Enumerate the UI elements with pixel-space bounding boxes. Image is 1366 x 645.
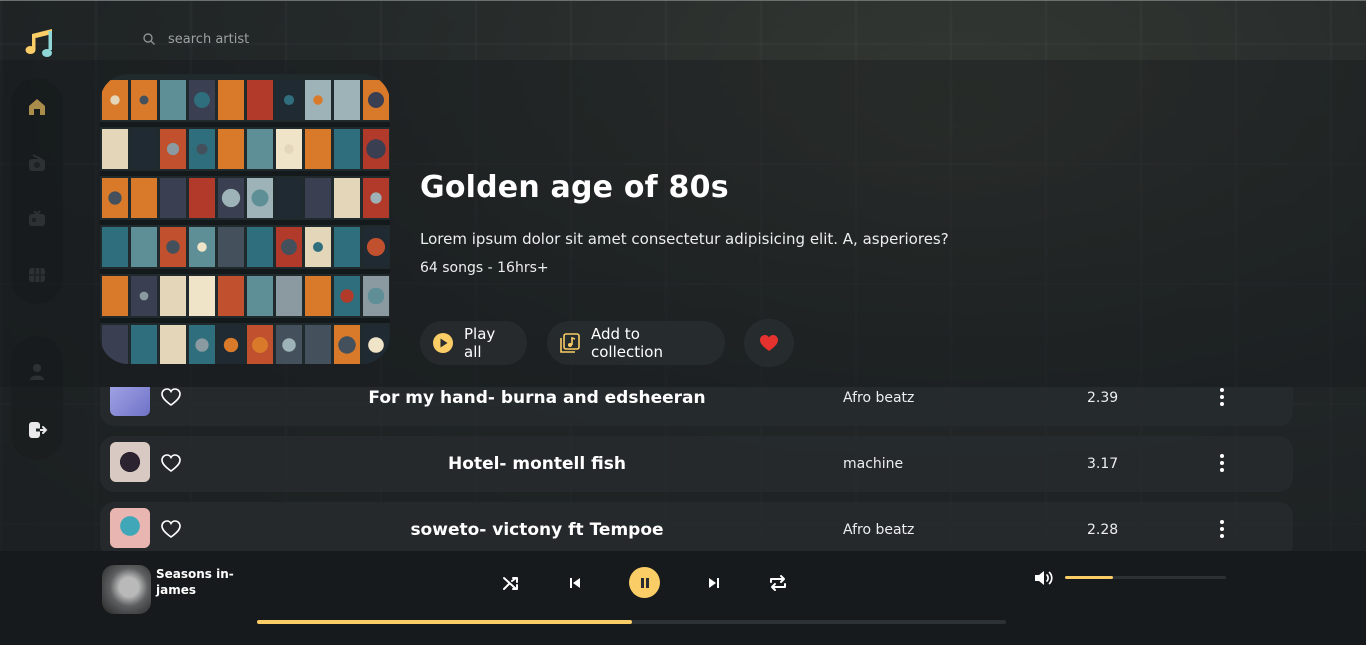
playlist-description: Lorem ipsum dolor sit amet consectetur a… (420, 230, 949, 248)
heart-icon[interactable] (160, 387, 182, 408)
track-row[interactable]: For my hand- burna and edsheeran Afro be… (100, 387, 1293, 426)
play-all-button[interactable]: Play all (420, 321, 527, 365)
pause-button[interactable] (629, 567, 660, 598)
heart-icon (760, 335, 778, 351)
window-top-border (0, 0, 1366, 1)
search-input[interactable] (168, 31, 388, 47)
track-duration: 2.28 (1087, 522, 1119, 538)
now-playing-cover (102, 565, 151, 614)
previous-button[interactable] (563, 571, 587, 595)
music-notes-icon[interactable] (24, 26, 58, 60)
playlist-meta: 64 songs - 16hrs+ (420, 260, 549, 276)
more-options-icon[interactable] (1214, 387, 1230, 408)
volume-slider[interactable] (1065, 576, 1226, 579)
track-title: soweto- victony ft Tempoe (410, 520, 664, 540)
more-options-icon[interactable] (1214, 518, 1230, 540)
shuffle-button[interactable] (499, 571, 523, 595)
volume-icon[interactable] (1032, 567, 1054, 589)
next-icon (709, 578, 719, 588)
volume-slider-fill (1065, 576, 1114, 579)
player-bar: Seasons in- james (0, 551, 1366, 645)
track-row[interactable]: Hotel- montell fish machine 3.17 (100, 436, 1293, 492)
previous-icon (570, 578, 580, 588)
search-bar[interactable] (142, 28, 402, 50)
next-button[interactable] (702, 571, 726, 595)
heart-icon[interactable] (160, 518, 182, 540)
track-cover (110, 442, 150, 482)
track-row[interactable]: soweto- victony ft Tempoe Afro beatz 2.2… (100, 502, 1293, 558)
add-to-collection-button[interactable]: Add to collection (547, 321, 725, 365)
track-genre: Afro beatz (843, 522, 915, 538)
track-genre: Afro beatz (843, 390, 915, 406)
track-genre: machine (843, 456, 904, 472)
track-cover (110, 387, 150, 416)
track-title: Hotel- montell fish (448, 454, 626, 474)
track-duration: 3.17 (1087, 456, 1119, 472)
play-all-label: Play all (464, 325, 496, 361)
heart-icon[interactable] (160, 452, 182, 474)
like-playlist-button[interactable] (744, 319, 794, 367)
repeat-button[interactable] (766, 571, 790, 595)
track-title: For my hand- burna and edsheeran (368, 388, 706, 408)
music-library-icon (560, 333, 580, 353)
more-options-icon[interactable] (1214, 452, 1230, 474)
playlist-cover (100, 74, 390, 364)
now-playing-title: Seasons in- james (156, 567, 234, 597)
track-cover (110, 508, 150, 548)
play-icon (433, 333, 453, 353)
playback-progress-bar[interactable] (257, 620, 1006, 624)
playback-progress-fill (257, 620, 632, 624)
shuffle-icon (503, 577, 518, 590)
search-icon (143, 33, 155, 45)
playlist-title: Golden age of 80s (420, 170, 729, 205)
repeat-icon (770, 575, 786, 591)
pause-icon (640, 577, 649, 588)
add-to-collection-label: Add to collection (591, 325, 663, 361)
track-duration: 2.39 (1087, 390, 1119, 406)
